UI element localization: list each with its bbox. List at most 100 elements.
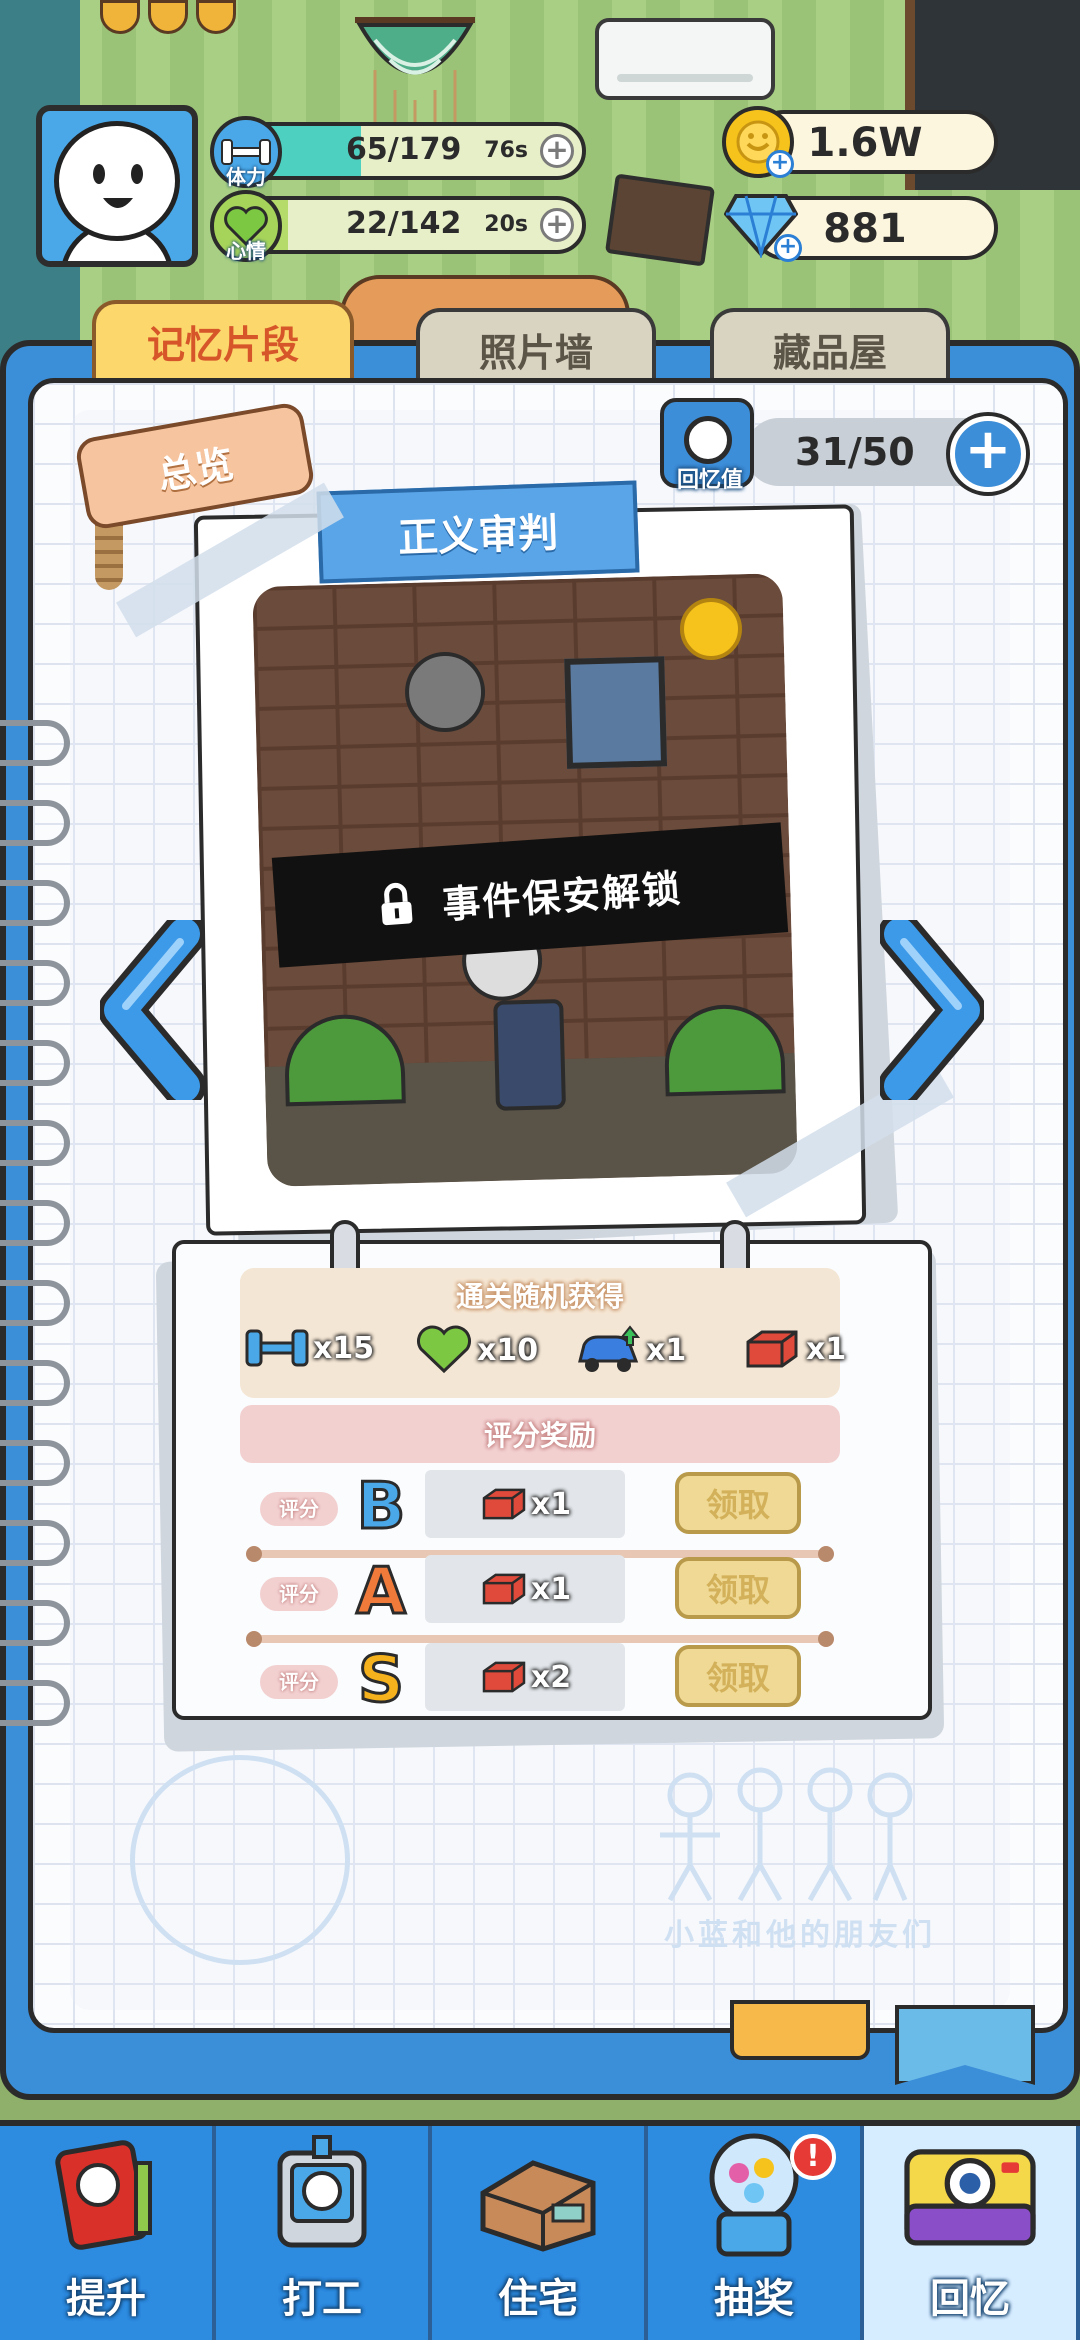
score-rewards-header: 评分奖励 xyxy=(240,1405,840,1463)
footer-tagline: 小蓝和他的朋友们 xyxy=(664,1918,936,1953)
spiral-ring xyxy=(0,1520,70,1566)
dumbbell-icon xyxy=(245,1329,309,1367)
grade-letter: S xyxy=(356,1642,405,1719)
tab-label: 藏品屋 xyxy=(772,330,887,375)
bottom-nav: 提升 打工 住宅 抽奖 ! 回忆 xyxy=(0,2120,1080,2340)
tab-collection-room[interactable]: 藏品屋 xyxy=(710,308,950,386)
random-drops-title: 通关随机获得 xyxy=(455,1280,624,1313)
spiral-ring xyxy=(0,1440,70,1486)
tab-label: 记忆片段 xyxy=(146,322,299,367)
score-row-b: 评分 B x1 领取 xyxy=(240,1469,840,1562)
memory-label: 回忆值 xyxy=(676,468,743,493)
thief-figure xyxy=(404,650,487,734)
spiral-ring xyxy=(0,800,70,846)
grade-letter: B xyxy=(355,1469,407,1546)
nav-label: 住宅 xyxy=(498,2276,578,2322)
lock-text: 事件保安解锁 xyxy=(440,865,684,927)
smiley-face-icon xyxy=(93,164,143,208)
coin-icon xyxy=(680,598,742,660)
air-conditioner xyxy=(595,18,775,100)
spiral-ring xyxy=(0,1280,70,1326)
add-gem-button[interactable]: + xyxy=(774,234,802,262)
reward-qty: x1 xyxy=(530,1486,572,1522)
claim-button-b[interactable]: 领取 xyxy=(675,1472,801,1534)
bunting-decoration xyxy=(100,0,250,40)
claim-button-a[interactable]: 领取 xyxy=(675,1557,801,1619)
bush-left xyxy=(283,1013,406,1107)
stamina-label: 体力 xyxy=(226,165,266,189)
book-icon xyxy=(36,2126,176,2260)
nav-lottery[interactable]: 抽奖 ! xyxy=(648,2126,864,2340)
building-window xyxy=(564,656,668,769)
id-badge-icon xyxy=(252,2126,392,2260)
event-title-ribbon: 正义审判 xyxy=(316,480,640,584)
lock-icon xyxy=(381,882,413,926)
drop-item-stamina: x15 xyxy=(245,1325,374,1371)
reward-slot: x1 xyxy=(425,1555,625,1623)
friends-sketch xyxy=(660,1767,913,1902)
score-tag: 评分 xyxy=(260,1665,338,1699)
spiral-ring xyxy=(0,1600,70,1646)
brick-icon xyxy=(482,1573,526,1605)
spiral-ring xyxy=(0,1200,70,1246)
drop-qty: x15 xyxy=(313,1330,375,1366)
nav-work[interactable]: 打工 xyxy=(216,2126,432,2340)
nav-upgrade[interactable]: 提升 xyxy=(0,2126,216,2340)
heart-icon xyxy=(416,1325,472,1374)
reward-qty: x1 xyxy=(530,1571,572,1607)
spiral-ring xyxy=(0,960,70,1006)
claim-button-s[interactable]: 领取 xyxy=(675,1645,801,1707)
wall-photo-frame xyxy=(604,173,716,267)
overview-label: 总览 xyxy=(154,441,237,498)
nav-label: 回忆 xyxy=(930,2276,1010,2322)
coin-icon: + xyxy=(722,106,794,178)
spiral-ring xyxy=(0,1680,70,1726)
score-row-s: 评分 S x2 领取 xyxy=(240,1642,840,1723)
mood-add-button[interactable]: + xyxy=(540,208,574,242)
score-tag: 评分 xyxy=(260,1577,338,1611)
add-memory-button[interactable]: + xyxy=(950,416,1026,492)
spiral-ring xyxy=(0,1360,70,1406)
grade-letter: A xyxy=(355,1554,408,1631)
background-smiley-icon xyxy=(130,1755,350,1965)
nav-memory[interactable]: 回忆 xyxy=(864,2126,1080,2340)
player-avatar[interactable] xyxy=(36,105,198,267)
notification-badge: ! xyxy=(790,2134,836,2180)
prev-arrow-button[interactable] xyxy=(100,920,204,1100)
stamina-bar: 65/179 76s + xyxy=(232,122,586,180)
mood-icon: 心情 xyxy=(210,190,282,263)
drop-item-car: x1 xyxy=(576,1325,686,1375)
mood-bar: 22/142 20s + xyxy=(232,196,586,254)
tab-label: 照片墙 xyxy=(478,330,593,375)
score-rewards-title: 评分奖励 xyxy=(483,1419,596,1452)
reward-slot: x2 xyxy=(425,1643,625,1711)
tab-memory-fragments[interactable]: 记忆片段 xyxy=(92,300,354,378)
spiral-ring xyxy=(0,720,70,766)
mood-label: 心情 xyxy=(226,239,266,263)
spiral-ring xyxy=(0,1120,70,1166)
nav-label: 打工 xyxy=(282,2276,362,2322)
bush-right xyxy=(663,1003,786,1097)
drop-item-brick: x1 xyxy=(742,1328,846,1370)
add-coin-button[interactable]: + xyxy=(766,150,794,178)
camera-icon xyxy=(900,2126,1040,2260)
stamina-timer: 76s xyxy=(484,138,528,163)
next-arrow-button[interactable] xyxy=(880,920,984,1100)
stamina-add-button[interactable]: + xyxy=(540,134,574,168)
event-title: 正义审判 xyxy=(397,510,559,562)
drop-item-mood: x10 xyxy=(415,1325,538,1375)
nav-house[interactable]: 住宅 xyxy=(432,2126,648,2340)
nav-label: 提升 xyxy=(66,2276,146,2322)
mood-value: 22/142 xyxy=(346,206,462,241)
stamina-value: 65/179 xyxy=(346,132,462,167)
score-tag: 评分 xyxy=(260,1492,338,1526)
brick-icon xyxy=(746,1330,798,1368)
reward-slot: x1 xyxy=(425,1470,625,1538)
drop-qty: x10 xyxy=(477,1332,539,1368)
reward-qty: x2 xyxy=(530,1659,572,1695)
tab-photo-wall[interactable]: 照片墙 xyxy=(416,308,656,386)
mood-timer: 20s xyxy=(484,212,528,237)
diamond-icon: + xyxy=(723,192,802,262)
spiral-ring xyxy=(0,1040,70,1086)
memory-value: 31/50 xyxy=(795,430,915,474)
